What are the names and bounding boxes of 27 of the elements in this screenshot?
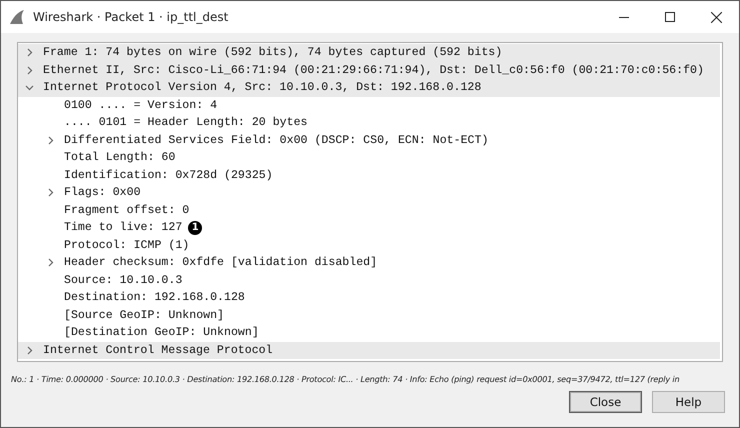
tree-item[interactable]: Flags: 0x00 bbox=[64, 186, 141, 200]
chevron-right-icon[interactable] bbox=[46, 188, 54, 198]
chevron-down-icon[interactable] bbox=[24, 83, 34, 92]
tree-item[interactable]: [Source GeoIP: Unknown] bbox=[64, 308, 224, 322]
tree-item[interactable]: [Destination GeoIP: Unknown] bbox=[64, 326, 259, 340]
tree-item[interactable]: Protocol: ICMP (1) bbox=[64, 238, 190, 252]
packet-summary: No.: 1 · Time: 0.000000 · Source: 10.10.0.3 · Destination: 192.168.0.128 · Protocol: IC... · Length: 74 · Info: Echo (ping) request id=0x0001, seq=37/9472, ttl=127 (reply in bbox=[11, 374, 680, 386]
tree-item[interactable]: Total Length: 60 bbox=[64, 151, 176, 164]
tree-item[interactable]: Source: 10.10.0.3 bbox=[64, 274, 182, 287]
callout-number: 1 bbox=[188, 220, 202, 235]
window-title: Wireshark · Packet 1 · ip_ttl_dest bbox=[33, 10, 230, 24]
shark-fin-icon bbox=[9, 10, 25, 24]
dialog-button[interactable]: Close bbox=[569, 391, 642, 413]
chevron-right-icon[interactable] bbox=[46, 136, 54, 145]
dialog-button[interactable]: Help bbox=[652, 391, 725, 413]
maximize-icon bbox=[665, 12, 675, 22]
tree-item[interactable]: 0100 .... = Version: 4 bbox=[64, 98, 218, 112]
tree-item[interactable]: Destination: 192.168.0.128 bbox=[64, 291, 245, 304]
tree-item[interactable]: Fragment offset: 0 bbox=[64, 204, 190, 217]
tree-item[interactable]: Identification: 0x728d (29325) bbox=[64, 168, 273, 182]
tree-item[interactable]: .... 0101 = Header Length: 20 bytes bbox=[64, 116, 308, 130]
tree-item[interactable]: Time to live: 127 bbox=[64, 221, 182, 234]
tree-item[interactable]: Differentiated Services Field: 0x00 (DSCP: CS0, ECN: Not-ECT) bbox=[64, 134, 488, 147]
chevron-right-icon[interactable] bbox=[46, 258, 54, 268]
close-icon bbox=[710, 12, 722, 22]
chevron-right-icon[interactable] bbox=[24, 346, 34, 355]
tree-item[interactable]: Header checksum: 0xfdfe [validation disabled] bbox=[64, 256, 378, 270]
